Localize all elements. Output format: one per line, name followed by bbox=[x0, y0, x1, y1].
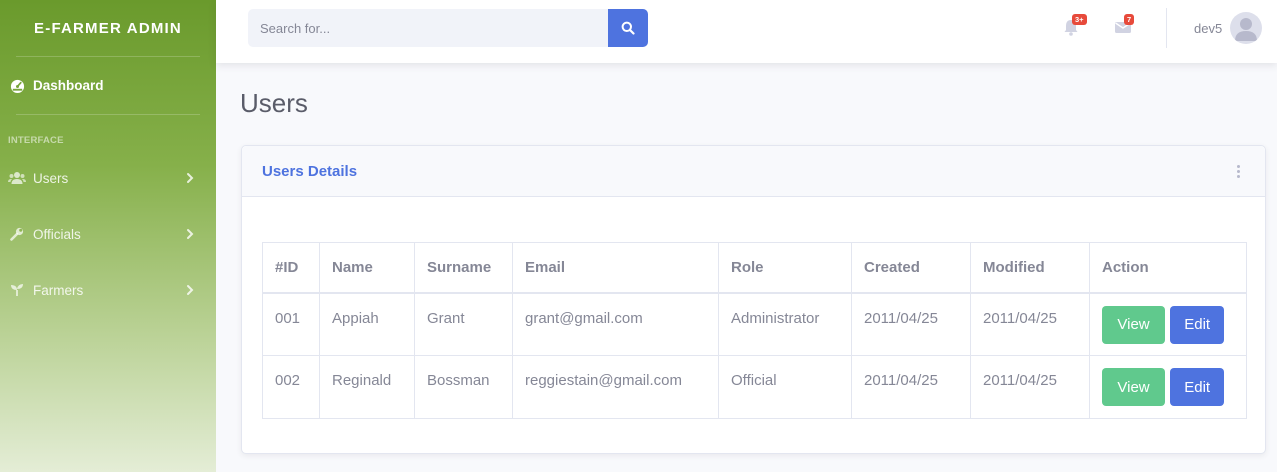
cell-action: View Edit bbox=[1089, 292, 1247, 356]
table-header-row: #ID Name Surname Email Role Created Modi… bbox=[262, 242, 1247, 294]
cell-id: 001 bbox=[262, 292, 320, 356]
table-row: 001 Appiah Grant grant@gmail.com Adminis… bbox=[262, 292, 1247, 356]
view-button[interactable]: View bbox=[1102, 368, 1165, 406]
cell-email: reggiestain@gmail.com bbox=[512, 355, 719, 419]
users-table: #ID Name Surname Email Role Created Modi… bbox=[262, 242, 1247, 419]
cell-surname: Grant bbox=[414, 292, 513, 356]
cell-role: Official bbox=[718, 355, 852, 419]
cell-action: View Edit bbox=[1089, 355, 1247, 419]
tachometer-icon bbox=[8, 77, 26, 95]
users-icon bbox=[8, 169, 26, 187]
more-options-icon[interactable] bbox=[1231, 161, 1245, 181]
table-row: 002 Reginald Bossman reggiestain@gmail.c… bbox=[262, 355, 1247, 419]
cell-created: 2011/04/25 bbox=[851, 355, 971, 419]
column-header-email: Email bbox=[512, 242, 719, 294]
cell-created: 2011/04/25 bbox=[851, 292, 971, 356]
cell-role: Administrator bbox=[718, 292, 852, 356]
search-bar bbox=[248, 9, 648, 47]
chevron-right-icon bbox=[187, 229, 194, 239]
sidebar-item-label: Farmers bbox=[33, 282, 84, 298]
column-header-action: Action bbox=[1089, 242, 1247, 294]
search-input[interactable] bbox=[248, 9, 608, 47]
column-header-name: Name bbox=[319, 242, 415, 294]
sidebar-item-users[interactable]: Users bbox=[0, 150, 216, 206]
brand-logo[interactable]: E-FARMER ADMIN bbox=[0, 0, 216, 56]
search-icon bbox=[621, 21, 635, 35]
card-header: Users Details bbox=[242, 146, 1265, 197]
cell-email: grant@gmail.com bbox=[512, 292, 719, 356]
search-button[interactable] bbox=[608, 9, 648, 47]
topbar: 3+ 7 dev5 bbox=[216, 0, 1277, 63]
page-title: Users bbox=[240, 88, 308, 118]
column-header-modified: Modified bbox=[970, 242, 1090, 294]
sidebar-item-officials[interactable]: Officials bbox=[0, 206, 216, 262]
card-title: Users Details bbox=[262, 162, 358, 180]
column-header-id: #ID bbox=[262, 242, 320, 294]
chevron-right-icon bbox=[187, 173, 194, 183]
messages-button[interactable]: 7 bbox=[1114, 14, 1136, 38]
alerts-badge: 3+ bbox=[1072, 14, 1087, 25]
seedling-icon bbox=[8, 281, 26, 299]
edit-button[interactable]: Edit bbox=[1170, 305, 1225, 344]
edit-button[interactable]: Edit bbox=[1170, 368, 1225, 406]
cell-surname: Bossman bbox=[414, 355, 513, 419]
topbar-divider bbox=[1166, 8, 1167, 48]
user-menu[interactable]: dev5 bbox=[1194, 12, 1263, 44]
column-header-role: Role bbox=[718, 242, 852, 294]
avatar bbox=[1230, 12, 1263, 44]
cell-id: 002 bbox=[262, 355, 320, 419]
sidebar-item-farmers[interactable]: Farmers bbox=[0, 262, 216, 318]
messages-badge: 7 bbox=[1124, 14, 1135, 25]
cell-name: Appiah bbox=[319, 292, 415, 356]
alerts-button[interactable]: 3+ bbox=[1062, 14, 1087, 38]
cell-name: Reginald bbox=[319, 355, 415, 419]
users-card: Users Details #ID Name Surname Email Rol… bbox=[241, 145, 1266, 454]
sidebar-item-dashboard[interactable]: Dashboard bbox=[0, 57, 216, 114]
sidebar-item-label: Users bbox=[33, 170, 69, 186]
column-header-created: Created bbox=[851, 242, 971, 294]
username: dev5 bbox=[1194, 20, 1223, 36]
sidebar-item-label: Dashboard bbox=[33, 78, 104, 93]
sidebar-heading: INTERFACE bbox=[8, 135, 64, 146]
view-button[interactable]: View bbox=[1102, 305, 1165, 344]
sidebar: E-FARMER ADMIN Dashboard INTERFACE Users… bbox=[0, 0, 216, 472]
cell-modified: 2011/04/25 bbox=[970, 292, 1090, 356]
cell-modified: 2011/04/25 bbox=[970, 355, 1090, 419]
sidebar-item-label: Officials bbox=[33, 226, 81, 242]
column-header-surname: Surname bbox=[414, 242, 513, 294]
chevron-right-icon bbox=[187, 285, 194, 295]
wrench-icon bbox=[8, 225, 26, 243]
